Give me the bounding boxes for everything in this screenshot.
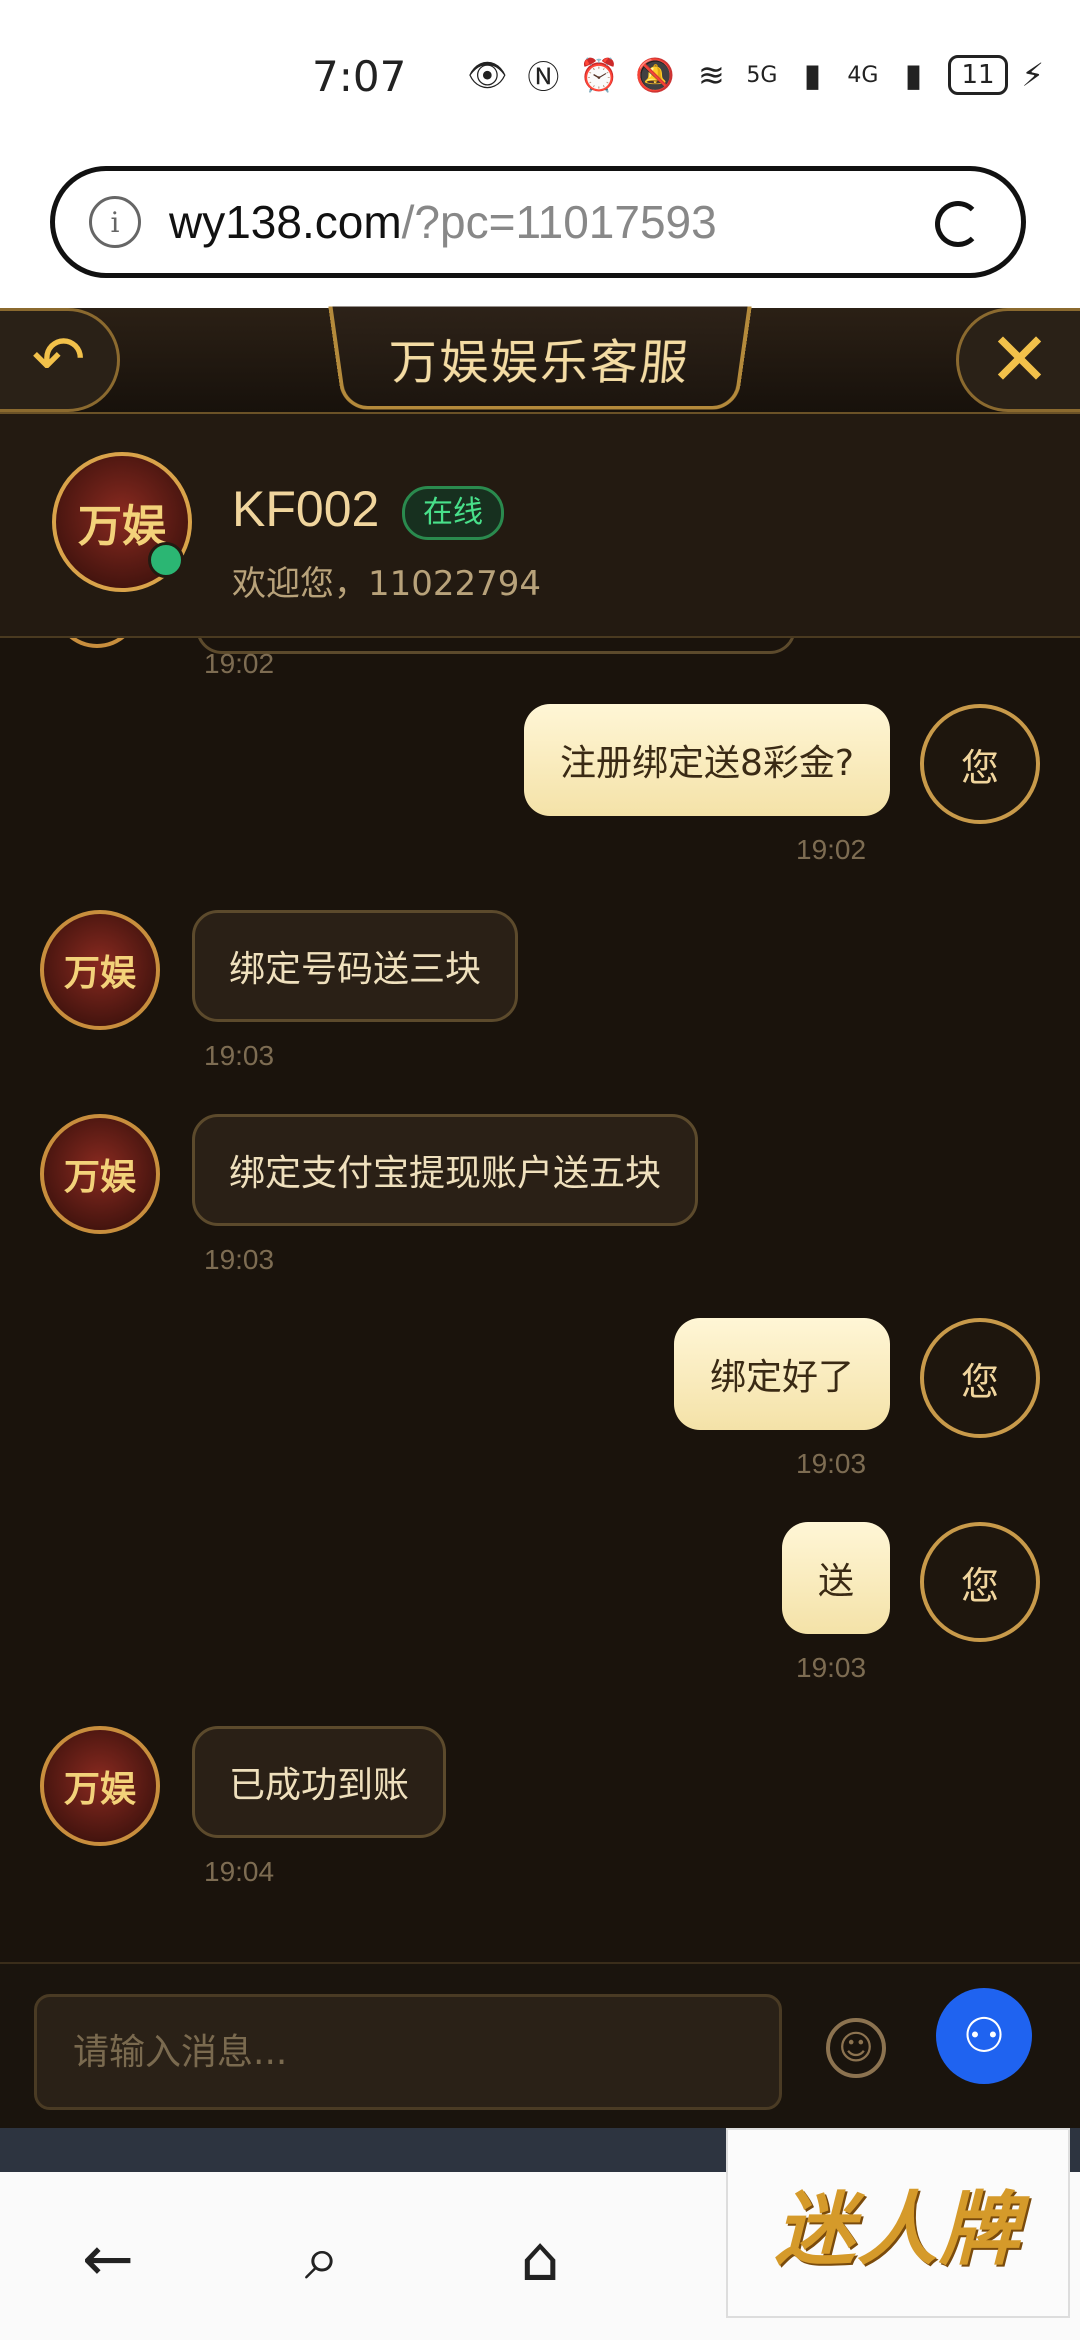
message-bubble-outgoing[interactable]: 绑定好了 [673, 1318, 890, 1430]
message-time: 19:03 [204, 1244, 275, 1275]
url-host: wy138.com [169, 196, 402, 248]
message-input[interactable] [34, 1994, 782, 2110]
avatar-logo: 万娱 [78, 501, 166, 552]
message-bubble-incoming[interactable]: 绑定号码送三块 [192, 910, 519, 1022]
signal-bars-icon: ▮ [904, 56, 923, 94]
nav-back-icon[interactable]: ← [68, 2218, 148, 2298]
message-bubble-outgoing[interactable]: 注册绑定送8彩金? [523, 704, 890, 816]
url-bar[interactable]: i wy138.com/?pc=11017593 [50, 166, 1026, 278]
watermark-text: 迷人牌 [775, 2182, 1021, 2276]
reload-icon[interactable] [935, 201, 981, 247]
status-icons: 👁 Ⓝ ⏰ 🔕 ≋ 5G ▮ 4G ▮ 11 ⚡ [466, 54, 1044, 96]
agent-avatar[interactable]: 万娱 [52, 452, 192, 592]
agent-name: KF002 [232, 481, 380, 537]
more-apps-button[interactable]: ⚇ [936, 1988, 1032, 2084]
message-time: 19:04 [204, 1856, 275, 1887]
grid-icon: ⚇ [962, 2008, 1006, 2064]
message-bubble-incoming[interactable]: 已成功到账 [192, 1726, 447, 1838]
charging-icon: ⚡ [1021, 56, 1044, 94]
status-bar: 7:07 👁 Ⓝ ⏰ 🔕 ≋ 5G ▮ 4G ▮ 11 ⚡ i wy138.co… [0, 0, 1080, 278]
agent-avatar: 万娱 [40, 1114, 160, 1234]
info-icon[interactable]: i [89, 196, 141, 248]
agent-avatar: 万娱 [40, 1726, 160, 1846]
online-dot-icon [148, 542, 184, 578]
emoji-button[interactable]: ☺ [826, 2018, 886, 2078]
signal-4g-label: 4G [847, 62, 879, 88]
nav-home-icon[interactable]: ⌂ [500, 2218, 580, 2298]
avatar-logo: 万娱 [63, 1156, 136, 1198]
wifi-icon: ≋ [697, 56, 725, 94]
top-bar: ↶ 万娱娱乐客服 ✕ [0, 306, 1080, 414]
watermark-logo: 迷人牌 [726, 2128, 1070, 2318]
alarm-icon: ⏰ [579, 56, 620, 94]
close-button[interactable]: ✕ [956, 308, 1080, 412]
signal-5g-label: 5G [746, 62, 778, 88]
signal-bars-icon: ▮ [803, 56, 822, 94]
eye-icon: 👁 [467, 56, 508, 94]
message-time: 19:02 [796, 834, 867, 865]
user-avatar: 您 [920, 1318, 1040, 1438]
status-time: 7:07 [312, 52, 407, 101]
message-time: 19:03 [204, 1040, 275, 1071]
close-icon: ✕ [988, 317, 1051, 403]
agent-header: 万娱 KF002 在线 欢迎您，11022794 [0, 414, 1080, 638]
title-plate: 万娱娱乐客服 [328, 306, 752, 410]
mute-icon: 🔕 [635, 56, 676, 94]
agent-avatar: 万娱 [40, 910, 160, 1030]
composer: ☺ ⚇ [0, 1962, 1080, 2130]
battery-icon: 11 [948, 55, 1008, 95]
status-badge: 在线 [402, 486, 504, 540]
user-avatar: 您 [920, 1522, 1040, 1642]
url-text[interactable]: wy138.com/?pc=11017593 [169, 195, 717, 249]
page-title: 万娱娱乐客服 [387, 334, 693, 391]
back-arrow-icon: ↶ [31, 323, 86, 397]
agent-avatar-partial [54, 638, 140, 648]
message-bubble-partial [196, 638, 796, 654]
message-bubble-outgoing[interactable]: 送 [781, 1522, 890, 1634]
message-time: 19:03 [796, 1652, 867, 1683]
nfc-icon: Ⓝ [527, 58, 560, 96]
avatar-logo: 万娱 [63, 952, 136, 994]
chat-messages[interactable]: 19:02 注册绑定送8彩金? 您 19:02 万娱 绑定号码送三块 19:03… [0, 638, 1080, 1962]
message-time: 19:03 [796, 1448, 867, 1479]
avatar-logo: 万娱 [63, 1768, 136, 1810]
chat-app: ↶ 万娱娱乐客服 ✕ 万娱 KF002 在线 欢迎您，11022794 19:0… [0, 306, 1080, 2130]
message-time: 19:02 [204, 648, 275, 679]
user-avatar: 您 [920, 704, 1040, 824]
nav-search-icon[interactable]: ⌕ [282, 2218, 362, 2298]
message-bubble-incoming[interactable]: 绑定支付宝提现账户送五块 [192, 1114, 699, 1226]
smiley-icon: ☺ [838, 2028, 874, 2068]
back-button[interactable]: ↶ [0, 308, 120, 412]
welcome-text: 欢迎您，11022794 [232, 564, 542, 604]
url-path: /?pc=11017593 [401, 196, 717, 248]
